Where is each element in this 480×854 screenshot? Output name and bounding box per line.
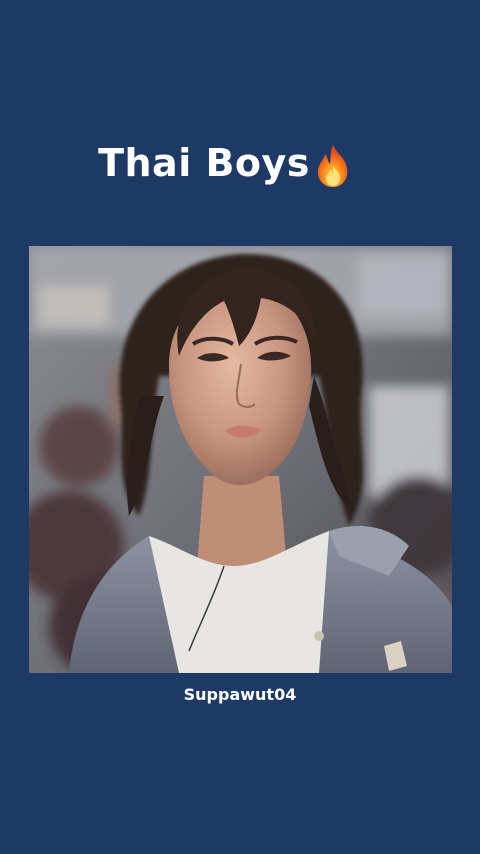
story-page: Thai Boys Suppawut04 — [0, 0, 480, 854]
username-caption: Suppawut04 — [183, 685, 297, 704]
fire-icon — [314, 143, 352, 189]
post-title-text: Thai Boys — [98, 141, 310, 185]
post-title: Thai Boys — [0, 138, 480, 189]
profile-photo — [29, 246, 452, 673]
